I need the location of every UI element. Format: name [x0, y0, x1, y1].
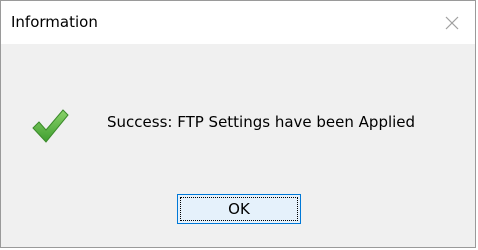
dialog-body: Success: FTP Settings have been Applied … [1, 44, 475, 247]
information-dialog: Information Success: FTP Settings have b… [0, 0, 476, 248]
ok-button[interactable]: OK [177, 194, 301, 224]
close-button[interactable] [429, 1, 475, 44]
close-icon [445, 16, 459, 29]
ok-button-label: OK [228, 200, 250, 218]
title-bar[interactable]: Information [1, 1, 475, 44]
success-check-icon [32, 109, 69, 143]
message-text: Success: FTP Settings have been Applied [107, 113, 416, 131]
dialog-title: Information [11, 13, 98, 31]
